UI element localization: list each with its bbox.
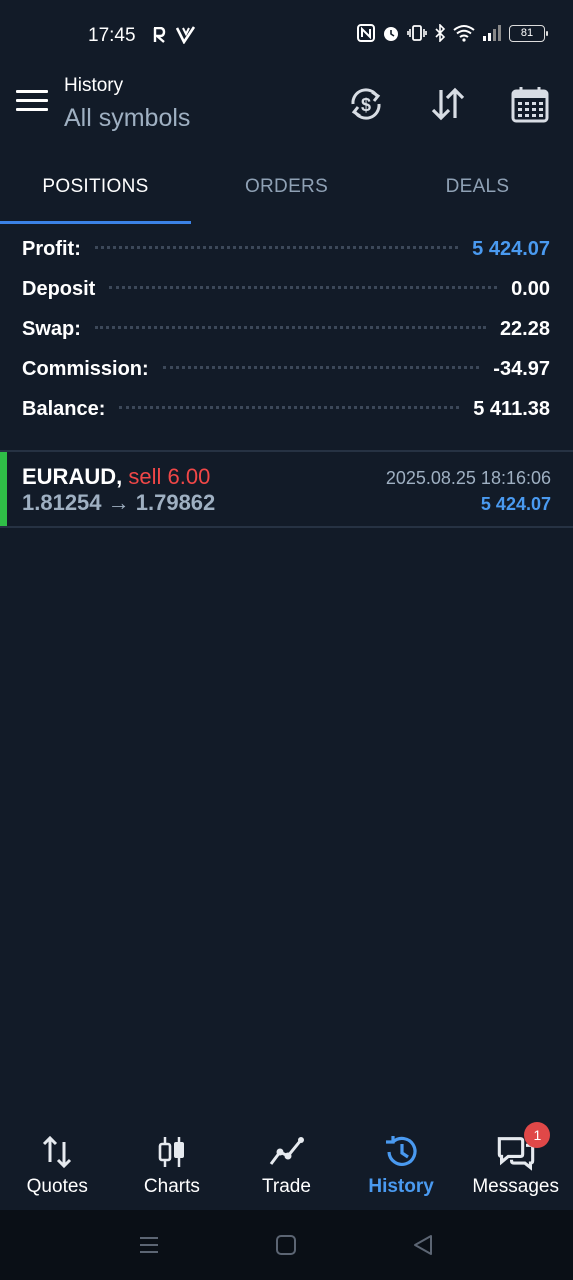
nav-label: History [368,1176,434,1197]
position-symbol-line: EURAUD, sell 6.00 [22,464,210,490]
history-icon [386,1136,417,1166]
quotes-icon [43,1135,72,1169]
summary-row-swap: Swap: 22.28 [22,318,550,358]
summary-label: Balance: [22,398,106,420]
messages-badge: 1 [524,1122,551,1148]
menu-button[interactable] [16,90,48,118]
battery-indicator: 81 [509,24,548,42]
summary-label: Swap: [22,318,81,340]
position-side: sell 6.00 [128,464,211,489]
nav-label: Charts [143,1176,200,1197]
page-subtitle: History [64,75,124,96]
nav-label: Messages [472,1176,559,1197]
currency-refresh-icon[interactable]: $ [346,84,386,124]
tab-deals[interactable]: DEALS [382,150,573,224]
home-icon[interactable] [275,1234,297,1256]
app-bar: History All symbols $ [0,72,573,150]
summary-value: 5 424.07 [472,238,550,260]
back-icon[interactable] [412,1234,434,1256]
signal-icon [483,25,501,41]
history-tabs: POSITIONS ORDERS DEALS [0,150,573,224]
trade-icon [270,1137,305,1165]
sort-icon[interactable] [428,84,468,124]
position-prices: 1.81254 → 1.79862 [22,490,216,515]
position-profit: 5 424.07 [480,494,551,514]
position-direction-bar [0,452,7,526]
dotted-leader [94,246,459,249]
position-symbol: EURAUD, [22,464,123,489]
status-time: 17:45 [88,25,136,46]
summary-row-commission: Commission: -34.97 [22,358,550,398]
nav-label: Quotes [26,1176,88,1197]
svg-text:$: $ [361,95,371,115]
summary-label: Deposit [22,278,96,300]
nav-trade[interactable]: Trade [229,1120,344,1210]
nfc-icon [357,24,375,42]
dotted-leader [119,406,460,409]
calendar-icon[interactable] [510,84,550,124]
system-navigation-bar [0,1210,573,1280]
account-summary: Profit: 5 424.07 Deposit 0.00 Swap: 22.2… [22,238,550,438]
recent-apps-icon[interactable] [138,1234,160,1256]
nav-messages[interactable]: 1 Messages [458,1120,573,1210]
nav-charts[interactable]: Charts [115,1120,230,1210]
position-row[interactable]: EURAUD, sell 6.00 1.81254 → 1.79862 2025… [0,452,573,526]
summary-value: 0.00 [511,278,550,300]
symbol-filter[interactable]: All symbols [64,104,190,133]
dotted-leader [109,286,498,289]
summary-label: Commission: [22,358,149,380]
status-bar: 17:45 81 [0,0,573,72]
summary-row-profit: Profit: 5 424.07 [22,238,550,278]
tab-orders[interactable]: ORDERS [191,150,382,224]
dotted-leader [162,366,480,369]
dotted-leader [94,326,486,329]
v-app-icon [176,26,196,44]
bottom-navigation: Quotes Charts Trade History 1 Messages [0,1120,573,1210]
position-time: 2025.08.25 18:16:06 [385,468,551,488]
summary-row-deposit: Deposit 0.00 [22,278,550,318]
vibrate-icon [407,25,427,41]
summary-label: Profit: [22,238,81,260]
nav-history[interactable]: History [344,1120,459,1210]
bluetooth-icon [435,24,446,42]
summary-value: -34.97 [493,358,550,380]
wifi-icon [453,25,475,42]
nav-label: Trade [262,1176,311,1197]
summary-value: 5 411.38 [473,398,550,420]
summary-row-balance: Balance: 5 411.38 [22,398,550,438]
summary-value: 22.28 [499,318,550,340]
alarm-icon [384,27,398,41]
divider [0,526,573,528]
r-app-icon [153,27,166,43]
nav-quotes[interactable]: Quotes [0,1120,115,1210]
charts-icon [158,1137,184,1167]
tab-positions[interactable]: POSITIONS [0,150,191,224]
